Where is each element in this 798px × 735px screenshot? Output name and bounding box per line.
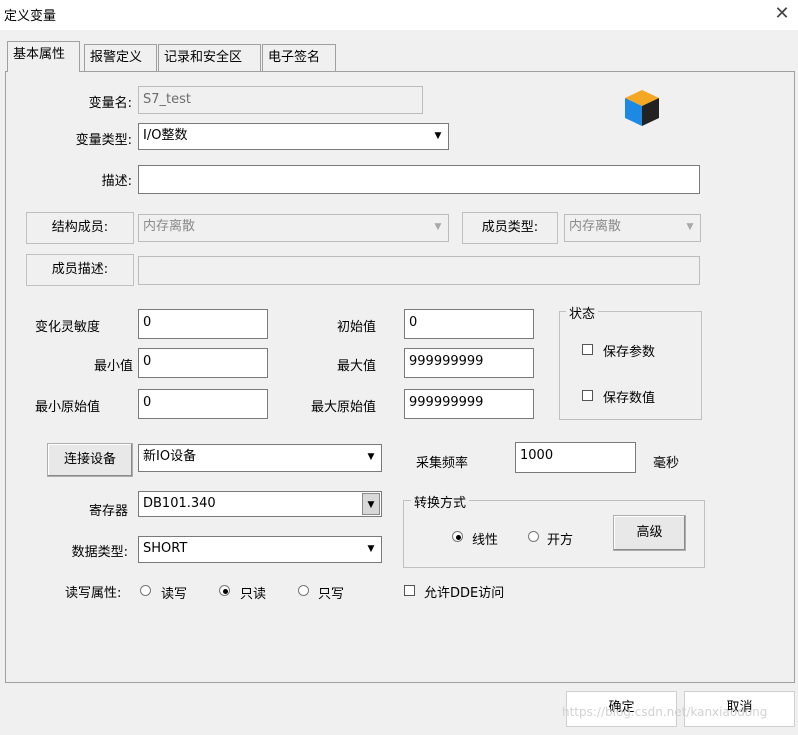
tab-esignature[interactable]: 电子签名 (262, 44, 336, 71)
member-desc-field[interactable] (138, 256, 700, 285)
desc-label: 描述: (101, 174, 132, 189)
datatype-select[interactable]: SHORT ▼ (138, 536, 382, 563)
tab-basic[interactable]: 基本属性 (7, 41, 80, 72)
chevron-down-icon[interactable]: ▼ (362, 493, 380, 515)
sensitivity-field[interactable]: 0 (138, 309, 268, 339)
register-value: DB101.340 (143, 496, 216, 511)
chevron-down-icon[interactable]: ▼ (681, 216, 699, 240)
cube-icon (625, 90, 659, 126)
rw-readwrite-radio[interactable] (140, 585, 151, 596)
dde-checkbox[interactable] (404, 585, 415, 596)
dde-label: 允许DDE访问 (424, 586, 505, 601)
struct-member-label: 结构成员: (26, 212, 134, 244)
save-data-checkbox[interactable] (582, 390, 593, 401)
min-raw-label: 最小原始值 (35, 400, 101, 415)
max-field[interactable]: 999999999 (404, 348, 534, 378)
advanced-button[interactable]: 高级 (613, 515, 686, 551)
struct-member-select[interactable]: 内存离散 ▼ (138, 214, 449, 242)
window-title: 定义变量 (4, 9, 57, 24)
save-param-label: 保存参数 (603, 345, 656, 360)
sqrt-label: 开方 (547, 533, 574, 548)
min-raw-field[interactable]: 0 (138, 389, 268, 419)
close-icon[interactable]: ✕ (769, 1, 795, 27)
member-desc-label: 成员描述: (26, 254, 134, 286)
rw-readonly-radio[interactable] (219, 585, 230, 596)
max-label: 最大值 (336, 359, 376, 374)
min-label: 最小值 (93, 359, 133, 374)
device-select[interactable]: 新IO设备 ▼ (138, 444, 382, 472)
state-group-title: 状态 (566, 303, 599, 322)
chevron-down-icon[interactable]: ▼ (362, 538, 380, 561)
register-select[interactable]: DB101.340 ▼ (138, 491, 382, 517)
struct-member-value: 内存离散 (143, 219, 196, 234)
save-data-label: 保存数值 (603, 391, 656, 406)
var-type-value: I/O整数 (143, 128, 188, 143)
var-type-select[interactable]: I/O整数 ▼ (138, 123, 449, 150)
sample-rate-label: 采集频率 (416, 456, 469, 471)
rw-readonly-label: 只读 (240, 587, 267, 602)
rw-label: 读写属性: (65, 586, 122, 601)
min-field[interactable]: 0 (138, 348, 268, 378)
sample-unit-label: 毫秒 (653, 456, 680, 471)
watermark-text: https://blog.csdn.net/kanxiaodong (562, 705, 768, 719)
tab-alarm[interactable]: 报警定义 (84, 44, 157, 71)
title-bar (0, 0, 798, 30)
chevron-down-icon[interactable]: ▼ (429, 125, 447, 148)
tab-record-security[interactable]: 记录和安全区 (158, 44, 261, 71)
member-type-label: 成员类型: (462, 212, 558, 244)
member-type-select[interactable]: 内存离散 ▼ (564, 214, 701, 242)
save-param-checkbox[interactable] (582, 344, 593, 355)
rw-writeonly-label: 只写 (318, 587, 345, 602)
datatype-label: 数据类型: (71, 545, 128, 560)
sqrt-radio[interactable] (528, 531, 539, 542)
initial-field[interactable]: 0 (404, 309, 534, 339)
chevron-down-icon[interactable]: ▼ (429, 216, 447, 240)
register-label: 寄存器 (88, 504, 128, 519)
initial-label: 初始值 (336, 320, 376, 335)
var-name-label: 变量名: (88, 96, 132, 111)
max-raw-field[interactable]: 999999999 (404, 389, 534, 419)
chevron-down-icon[interactable]: ▼ (362, 446, 380, 470)
device-value: 新IO设备 (143, 449, 197, 464)
convert-group-title: 转换方式 (411, 492, 470, 511)
member-type-value: 内存离散 (569, 219, 622, 234)
desc-field[interactable] (138, 165, 700, 194)
var-name-field[interactable]: S7_test (138, 86, 423, 114)
rw-readwrite-label: 读写 (161, 587, 188, 602)
linear-label: 线性 (472, 533, 499, 548)
linear-radio[interactable] (452, 531, 463, 542)
max-raw-label: 最大原始值 (310, 400, 376, 415)
connect-device-button[interactable]: 连接设备 (47, 443, 133, 477)
sample-rate-field[interactable]: 1000 (515, 442, 636, 473)
datatype-value: SHORT (143, 541, 188, 556)
var-type-label: 变量类型: (75, 133, 132, 148)
rw-writeonly-radio[interactable] (298, 585, 309, 596)
sensitivity-label: 变化灵敏度 (35, 320, 101, 335)
